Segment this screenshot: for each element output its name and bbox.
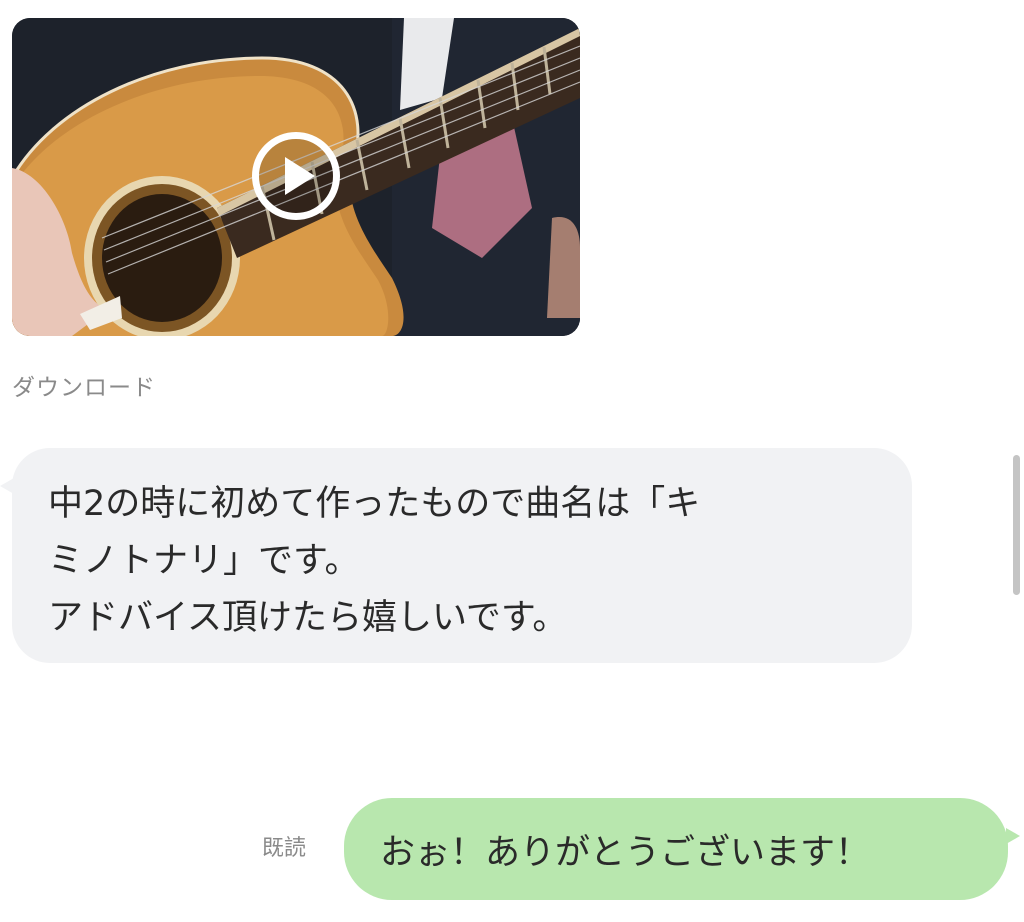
chat-view: ダウンロード 中2の時に初めて作ったもので曲名は「キ ミノトナリ」です。 アドバ… xyxy=(0,0,1024,922)
message-text: おぉ！ありがとうございます！ xyxy=(380,832,871,873)
message-line: アドバイス頂けたら嬉しいです。 xyxy=(48,598,568,638)
play-icon xyxy=(285,157,315,195)
download-link[interactable]: ダウンロード xyxy=(12,368,156,402)
video-thumbnail[interactable] xyxy=(12,18,580,336)
scrollbar[interactable] xyxy=(1013,455,1020,595)
message-line: ミノトナリ」です。 xyxy=(48,541,360,581)
bubble-tail xyxy=(0,478,14,494)
read-receipt: 既読 xyxy=(262,836,307,861)
message-line: 中2の時に初めて作ったもので曲名は「キ xyxy=(48,484,701,524)
received-message-bubble[interactable]: 中2の時に初めて作ったもので曲名は「キ ミノトナリ」です。 アドバイス頂けたら嬉… xyxy=(0,448,912,663)
sent-message-bubble[interactable]: おぉ！ありがとうございます！ xyxy=(344,798,1020,900)
bubble-tail xyxy=(1006,828,1020,844)
play-button[interactable] xyxy=(252,132,340,220)
